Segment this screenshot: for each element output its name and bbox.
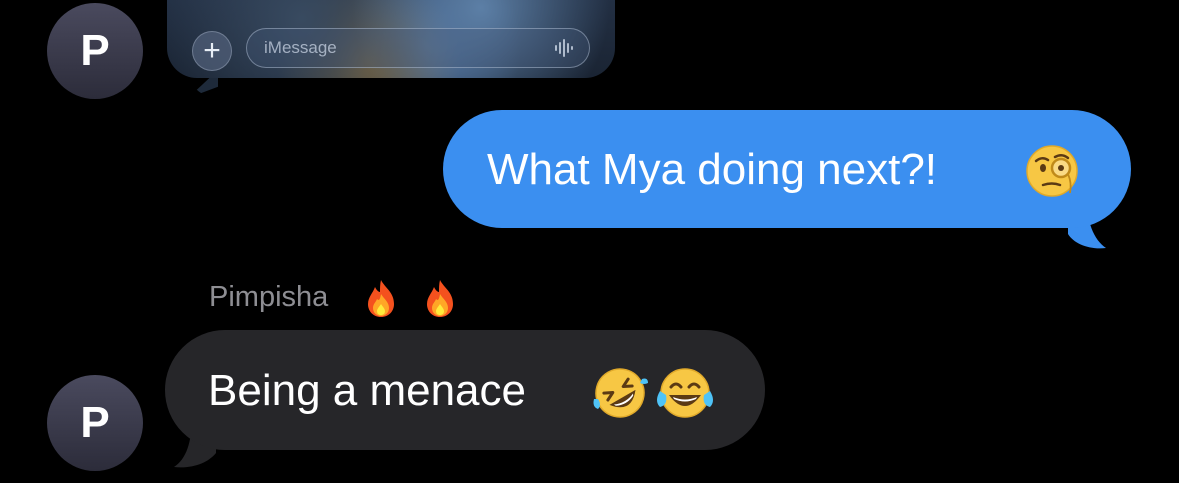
rolling-on-floor-laughing-icon bbox=[593, 368, 648, 418]
face-with-monocle-icon bbox=[1026, 145, 1078, 197]
incoming-message-text: Being a menace bbox=[208, 366, 526, 415]
fire-icon bbox=[368, 280, 394, 317]
imessage-placeholder: iMessage bbox=[264, 38, 337, 57]
face-with-tears-of-joy-icon bbox=[657, 368, 713, 418]
waveform-icon bbox=[555, 39, 573, 57]
contact-avatar[interactable]: P bbox=[47, 375, 143, 471]
fire-icon bbox=[427, 280, 453, 317]
avatar-initial: P bbox=[80, 26, 110, 75]
outgoing-message-text: What Mya doing next?! bbox=[487, 145, 938, 194]
avatar-initial: P bbox=[80, 398, 110, 447]
sender-name: Pimpisha bbox=[209, 281, 329, 313]
contact-avatar[interactable]: P bbox=[47, 3, 143, 99]
add-button-in-image: + bbox=[192, 31, 232, 71]
imessage-field-in-image: iMessage bbox=[246, 28, 590, 68]
